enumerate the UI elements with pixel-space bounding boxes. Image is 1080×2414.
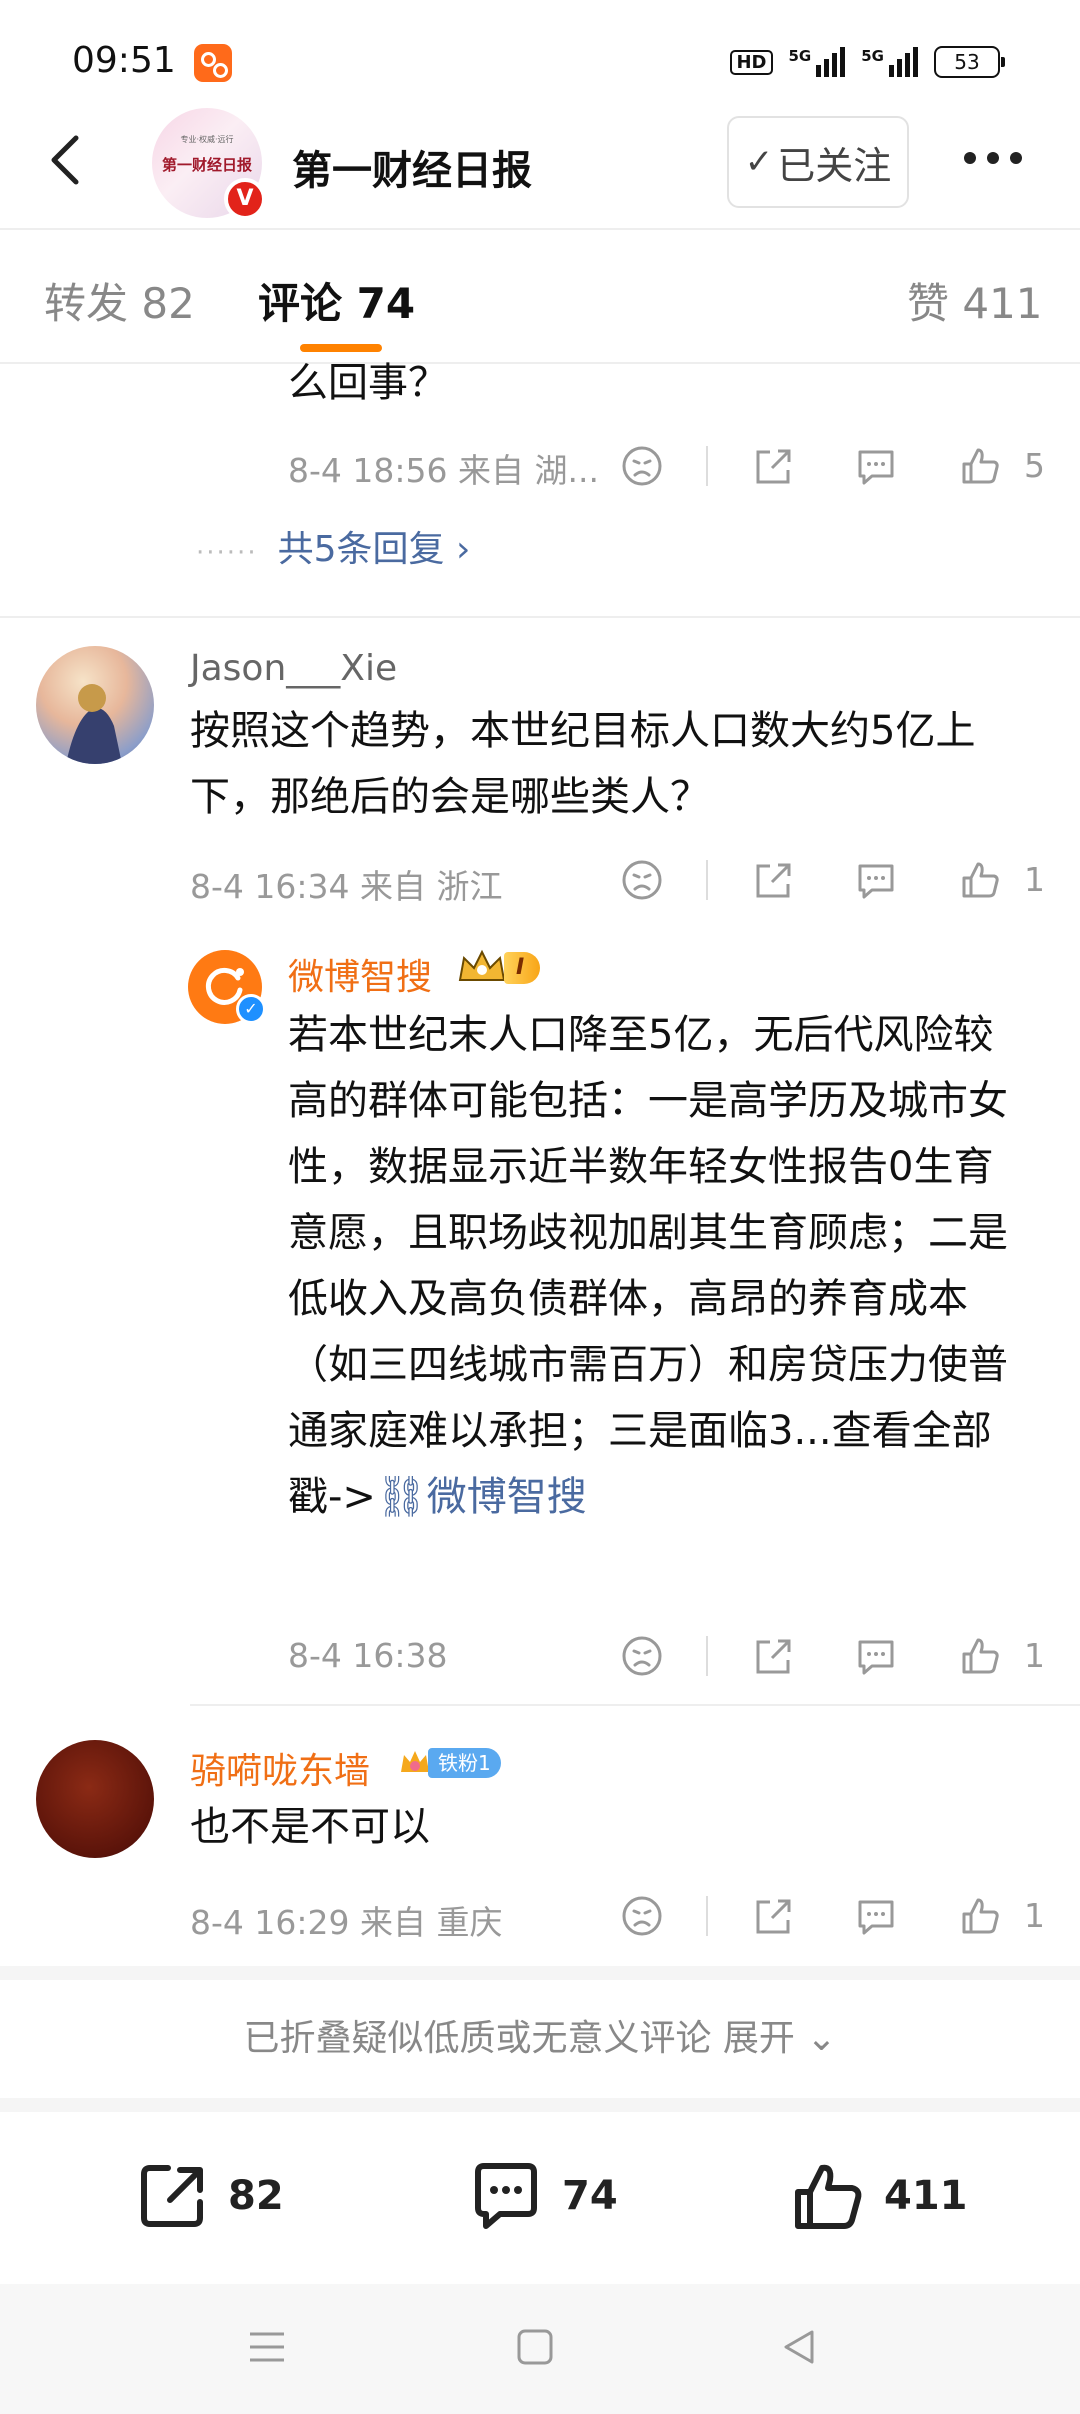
tab-like[interactable]: 赞 411: [907, 270, 1043, 331]
username[interactable]: 微博智搜: [288, 948, 432, 1000]
like-icon[interactable]: [958, 444, 1002, 488]
crown-icon: [458, 949, 506, 981]
link-icon: ⛓: [375, 1474, 427, 1520]
fan-badge: 铁粉1: [398, 1746, 501, 1780]
comment-text: 么回事？: [288, 360, 448, 406]
member-level-badge: I: [456, 948, 541, 988]
like-count: 5: [1024, 446, 1045, 485]
folded-comments-toggle[interactable]: 已折叠疑似低质或无意义评论 展开 ⌄: [0, 1966, 1080, 2112]
app-notification-icon: [194, 44, 232, 82]
reply-icon[interactable]: [854, 1634, 898, 1678]
menu-icon[interactable]: [246, 2326, 288, 2368]
dislike-icon[interactable]: [620, 1894, 664, 1938]
reply-actions: 1: [0, 1634, 1080, 1694]
share-icon[interactable]: [750, 1894, 794, 1938]
top-header: 专业·权威·远行 第一财经日报 V 第一财经日报 ✓ 已关注: [0, 100, 1080, 230]
avatar[interactable]: [36, 1740, 154, 1858]
tab-comment[interactable]: 评论 74: [258, 270, 415, 331]
verified-badge-icon: ✓: [236, 994, 266, 1024]
follow-button[interactable]: ✓ 已关注: [727, 116, 909, 208]
system-nav-bar: [0, 2284, 1080, 2414]
reply-icon[interactable]: [854, 858, 898, 902]
repost-icon: [141, 2165, 203, 2227]
comment-button[interactable]: 74: [468, 2158, 618, 2234]
status-time: 09:51: [72, 40, 176, 81]
like-count: 1: [1024, 1636, 1045, 1675]
reply-icon[interactable]: [854, 1894, 898, 1938]
bottom-action-bar: 82 74 411: [0, 2112, 1080, 2284]
tab-repost[interactable]: 转发 82: [44, 270, 195, 331]
more-options-button[interactable]: [964, 152, 1022, 164]
dislike-icon[interactable]: [620, 858, 664, 902]
like-count: 1: [1024, 1896, 1045, 1935]
username[interactable]: Jason___Xie: [190, 648, 397, 689]
avatar[interactable]: [36, 646, 154, 764]
reply-icon[interactable]: [854, 444, 898, 488]
like-icon[interactable]: [958, 1634, 1002, 1678]
share-icon[interactable]: [750, 858, 794, 902]
account-name[interactable]: 第一财经日报: [292, 138, 532, 196]
back-button[interactable]: [38, 130, 98, 190]
dislike-icon[interactable]: [620, 444, 664, 488]
smart-search-link[interactable]: 微博智搜: [427, 1474, 587, 1520]
comment-actions: 1: [0, 1894, 1080, 1954]
signal-icon-2: 5G: [861, 47, 918, 77]
signal-icon-1: 5G: [789, 47, 846, 77]
like-icon[interactable]: [958, 1894, 1002, 1938]
share-icon[interactable]: [750, 1634, 794, 1678]
hd-voice-icon: HD: [730, 49, 773, 75]
repost-button[interactable]: 82: [134, 2158, 284, 2234]
reply-text: 若本世纪末人口降至5亿，无后代风险较高的群体可能包括：一是高学历及城市女性，数据…: [288, 1012, 1008, 1520]
share-icon[interactable]: [750, 444, 794, 488]
like-button[interactable]: 411: [790, 2158, 968, 2234]
comment-text: 按照这个趋势，本世纪目标人口数大约5亿上下，那绝后的会是哪些类人？: [190, 708, 976, 820]
back-nav-icon[interactable]: [778, 2326, 820, 2368]
comment-actions: 5: [0, 444, 1080, 504]
view-replies-link[interactable]: ······ 共5条回复 ›: [196, 520, 470, 572]
username[interactable]: 骑嗬咙东墙: [190, 1742, 370, 1794]
tab-bar: 转发 82 评论 74 赞 411: [0, 232, 1080, 364]
like-count: 1: [1024, 860, 1045, 899]
home-icon[interactable]: [514, 2326, 556, 2368]
thumbs-up-icon: [795, 2164, 862, 2229]
comment-actions: 1: [0, 858, 1080, 918]
chevron-left-icon: [51, 135, 79, 185]
fan-crown-icon: [401, 1751, 429, 1772]
dislike-icon[interactable]: [620, 1634, 664, 1678]
verified-badge-icon: V: [224, 178, 266, 220]
like-icon[interactable]: [958, 858, 1002, 902]
battery-icon: 53: [934, 46, 1005, 78]
check-icon: ✓: [744, 142, 774, 182]
comment-text: 也不是不可以: [190, 1804, 430, 1850]
comment-icon: [475, 2163, 537, 2229]
